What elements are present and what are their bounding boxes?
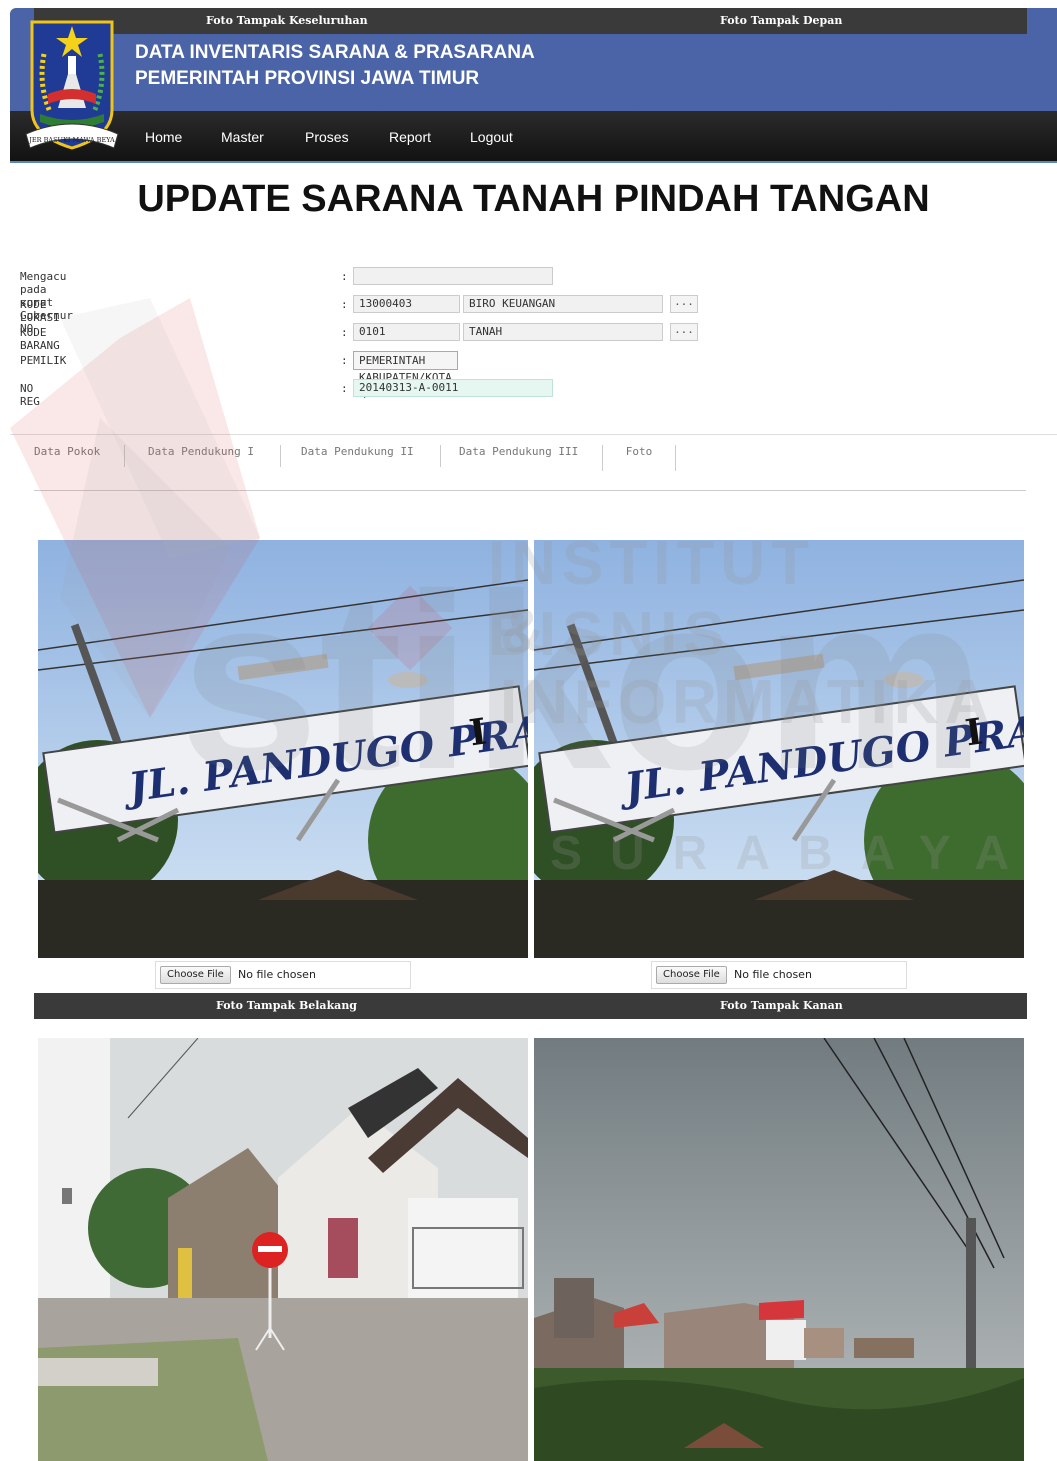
file-status: No file chosen xyxy=(238,968,316,981)
colon: : xyxy=(341,298,348,311)
colon: : xyxy=(341,326,348,339)
tab-data-pendukung-3[interactable]: Data Pendukung III xyxy=(459,445,606,467)
kode-lokasi-code-input[interactable]: 13000403 xyxy=(353,295,460,313)
file-status: No file chosen xyxy=(734,968,812,981)
foto-depan-image: JL. PANDUGO PRAJA I xyxy=(534,540,1024,958)
app-title: DATA INVENTARIS SARANA & PRASARANA PEMER… xyxy=(135,40,535,92)
main-navbar: Home Master Proses Report Logout xyxy=(10,111,1057,163)
foto-kanan-title: Foto Tampak Kanan xyxy=(720,999,843,1012)
foto-keseluruhan-image: JL. PANDUGO PRAJA I xyxy=(38,540,528,958)
foto-depan-title: Foto Tampak Depan xyxy=(720,14,843,27)
nav-proses[interactable]: Proses xyxy=(305,129,349,145)
app-title-line1: DATA INVENTARIS SARANA & PRASARANA xyxy=(135,42,535,63)
foto-keseluruhan-file-input[interactable]: Choose File No file chosen xyxy=(155,961,411,989)
foto-belakang-image xyxy=(38,1038,528,1461)
tab-content-divider xyxy=(34,490,1026,491)
foto-belakang-header: Foto Tampak Belakang xyxy=(34,993,530,1019)
foto-depan-file-input[interactable]: Choose File No file chosen xyxy=(651,961,907,989)
kode-lokasi-browse-button[interactable]: ... xyxy=(670,295,698,313)
choose-file-button[interactable]: Choose File xyxy=(160,966,231,984)
tab-data-pendukung-1[interactable]: Data Pendukung I xyxy=(148,445,281,467)
tab-data-pokok[interactable]: Data Pokok xyxy=(34,445,126,467)
nav-report[interactable]: Report xyxy=(389,129,431,145)
foto-kanan-header: Foto Tampak Kanan xyxy=(530,993,1027,1019)
surat-gubernur-input[interactable] xyxy=(353,267,553,285)
logo-ribbon-text: JER BASUKI MAWA BEYA xyxy=(28,136,115,144)
colon: : xyxy=(341,354,348,367)
nav-logout[interactable]: Logout xyxy=(470,129,513,145)
pemilik-select[interactable]: PEMERINTAH KABUPATEN/KOTA ▼ xyxy=(353,351,458,401)
kode-barang-browse-button[interactable]: ... xyxy=(670,323,698,341)
kode-barang-code-input[interactable]: 0101 xyxy=(353,323,460,341)
colon: : xyxy=(341,382,348,395)
kode-lokasi-label: KODE LOKASI xyxy=(20,298,60,324)
app-window: DATA INVENTARIS SARANA & PRASARANA PEMER… xyxy=(10,8,1057,1461)
choose-file-button[interactable]: Choose File xyxy=(656,966,727,984)
page-title: UPDATE SARANA TANAH PINDAH TANGAN xyxy=(137,178,930,220)
pemilik-label: PEMILIK xyxy=(20,354,67,367)
nav-home[interactable]: Home xyxy=(145,129,182,145)
foto-depan-header: Foto Tampak Depan xyxy=(530,8,1027,34)
tab-bar: Data Pokok Data Pendukung I Data Penduku… xyxy=(10,434,1057,471)
jawa-timur-emblem-logo: JER BASUKI MAWA BEYA xyxy=(25,20,119,150)
no-reg-label: NO REG xyxy=(20,382,40,408)
colon: : xyxy=(341,270,348,283)
tab-data-pendukung-2[interactable]: Data Pendukung II xyxy=(301,445,441,467)
kode-lokasi-name-input[interactable]: BIRO KEUANGAN xyxy=(463,295,663,313)
tab-foto[interactable]: Foto xyxy=(602,445,676,471)
foto-keseluruhan-title: Foto Tampak Keseluruhan xyxy=(206,14,368,27)
kode-barang-label: KODE BARANG xyxy=(20,326,60,352)
nav-master[interactable]: Master xyxy=(221,129,264,145)
kode-barang-name-input[interactable]: TANAH xyxy=(463,323,663,341)
no-reg-input[interactable]: 20140313-A-0011 xyxy=(353,379,553,397)
app-title-line2: PEMERINTAH PROVINSI JAWA TIMUR xyxy=(135,68,480,89)
foto-kanan-image xyxy=(534,1038,1024,1461)
foto-belakang-title: Foto Tampak Belakang xyxy=(216,999,358,1012)
